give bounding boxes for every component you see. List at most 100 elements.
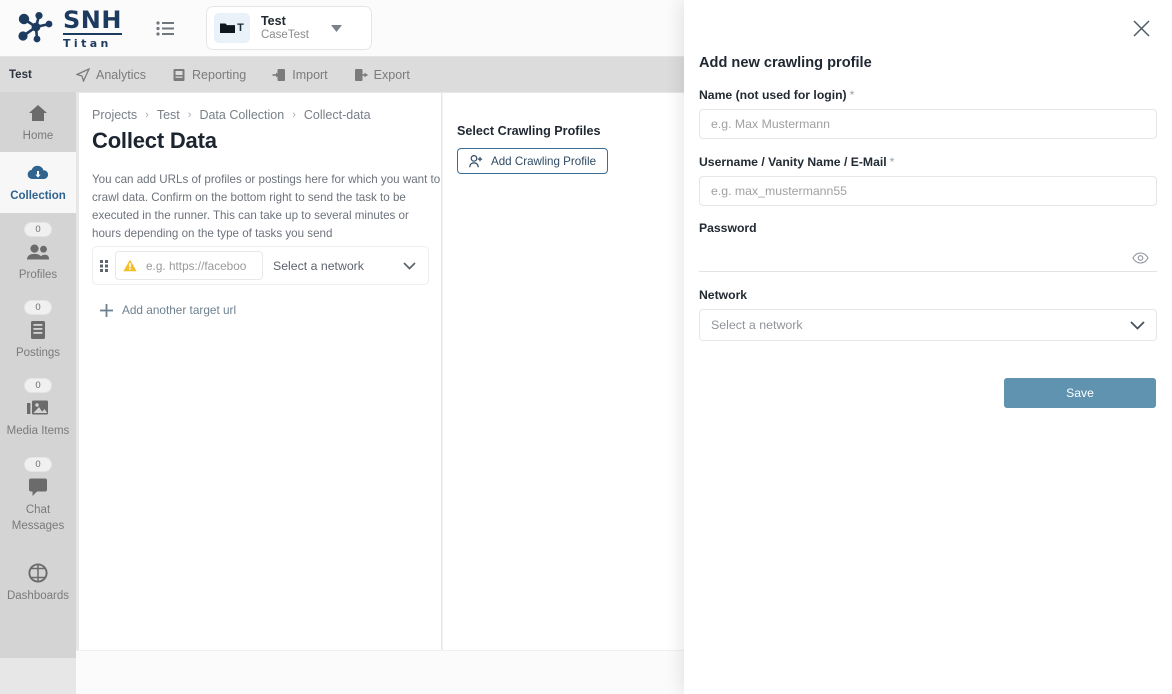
field-network: Network Select a network [699,288,1157,341]
folder-icon [220,23,236,33]
sidebar-item-dashboards[interactable]: Dashboards [0,542,76,612]
field-name-label: Name (not used for login) * [699,88,1157,102]
breadcrumb: Projects › Test › Data Collection › Coll… [92,108,371,122]
breadcrumb-separator: › [187,109,192,121]
field-name-label-text: Name (not used for login) [699,88,847,102]
add-crawling-profile-button[interactable]: Add Crawling Profile [457,148,609,174]
drawer-title: Add new crawling profile [699,55,872,71]
chevron-down-icon [1130,320,1145,330]
sidebar-item-collection-label: Collection [10,190,66,203]
sidebar-item-postings[interactable]: 0 Postings [0,291,76,369]
project-selector[interactable]: T Test CaseTest [205,6,372,50]
tab-analytics[interactable]: Analytics [76,67,147,82]
field-password: Password [699,221,1157,272]
target-url-input-wrapper [115,251,263,280]
tab-reporting-label: Reporting [192,67,247,82]
field-username-label-text: Username / Vanity Name / E-Mail [699,155,887,169]
tab-import-label: Import [292,67,328,82]
tab-reporting[interactable]: Reporting [172,68,246,82]
field-username-label: Username / Vanity Name / E-Mail * [699,155,1157,169]
field-username: Username / Vanity Name / E-Mail * [699,155,1157,206]
list-icon[interactable] [154,16,178,40]
network-select[interactable]: Select a network [699,309,1157,341]
tab-export[interactable]: Export [354,68,410,82]
app-logo: SNH Titan [16,8,122,49]
close-icon[interactable] [1130,17,1152,39]
breadcrumb-separator: › [292,109,296,121]
target-url-network-select[interactable]: Select a network [263,259,428,273]
media-image-icon [2,396,74,420]
left-sidebar: Home Collection 0 Profiles 0 Postings 0 … [0,92,76,658]
sidebar-item-chat-messages[interactable]: 0 Chat Messages [0,448,76,543]
password-input-wrapper [699,242,1157,272]
target-url-input[interactable] [144,257,250,274]
import-arrow-icon [272,68,286,81]
subnav-project-label: Test [9,68,32,81]
name-input[interactable] [699,109,1157,139]
project-avatar-letter: T [237,22,244,34]
tab-export-label: Export [373,67,410,82]
sidebar-item-chat-messages-label: Chat Messages [11,503,65,532]
reporting-doc-icon [173,68,185,81]
page-title: Collect Data [92,128,217,153]
molecule-nodes-logo-icon [18,12,53,43]
analytics-send-icon [76,67,90,82]
breadcrumb-separator: › [145,109,149,121]
chevron-down-icon [403,261,416,270]
sidebar-badge-chat-messages: 0 [24,456,52,472]
project-case-name: CaseTest [260,29,309,42]
field-name: Name (not used for login) * [699,88,1157,139]
dashboard-gauge-icon [2,561,74,585]
field-password-label: Password [699,221,757,235]
plus-icon [100,303,113,317]
caret-down-icon[interactable] [330,24,342,32]
target-url-network-label: Select a network [273,258,364,273]
warning-triangle-icon [123,259,137,272]
sidebar-item-profiles[interactable]: 0 Profiles [0,213,76,291]
password-input[interactable] [699,242,1157,272]
sidebar-item-media-items-label: Media Items [6,425,70,438]
save-button[interactable]: Save [1004,378,1156,408]
add-crawling-profile-label: Add Crawling Profile [491,154,597,168]
chat-bubble-icon [2,475,74,499]
breadcrumb-item-collect-data[interactable]: Collect-data [304,108,371,122]
sidebar-item-media-items[interactable]: 0 Media Items [0,369,76,447]
sidebar-item-profiles-label: Profiles [18,268,58,281]
project-chip-labels: Test CaseTest [261,14,309,43]
field-network-label: Network [699,288,748,302]
sidebar-item-home-label: Home [22,130,54,142]
users-icon [2,240,74,264]
tab-analytics-label: Analytics [96,67,147,82]
target-url-row: Select a network [92,246,429,285]
sidebar-item-postings-label: Postings [15,346,61,359]
sidebar-badge-postings: 0 [24,299,52,315]
sidebar-badge-media-items: 0 [24,378,52,394]
sidebar-item-dashboards-label: Dashboards [6,590,69,603]
network-select-value: Select a network [711,318,803,332]
book-icon [2,318,74,342]
username-input[interactable] [699,176,1157,206]
breadcrumb-item-data-collection[interactable]: Data Collection [199,108,284,122]
sidebar-item-collection[interactable]: Collection [0,152,76,213]
export-arrow-icon [354,68,368,81]
drag-handle-icon[interactable] [93,259,115,272]
add-another-target-url-button[interactable]: Add another target url [100,303,236,317]
home-icon [2,101,74,125]
sidebar-item-home[interactable]: Home [0,92,76,152]
field-username-required-mark: * [889,155,895,169]
add-person-icon [469,154,483,167]
field-name-required-mark: * [849,88,855,102]
select-crawling-profiles-title: Select Crawling Profiles [457,124,601,138]
project-name: Test [260,13,286,28]
project-avatar: T [213,13,250,43]
breadcrumb-item-test[interactable]: Test [157,108,180,122]
add-another-target-url-label: Add another target url [122,303,237,317]
logo-wordmark: SNH Titan [63,8,122,49]
sidebar-badge-profiles: 0 [24,221,52,237]
logo-primary-text: SNH [63,5,122,35]
cloud-download-icon [2,161,74,185]
eye-icon[interactable] [1129,247,1151,269]
tab-import[interactable]: Import [272,67,328,82]
page-description: You can add URLs of profiles or postings… [92,173,441,240]
breadcrumb-item-projects[interactable]: Projects [92,108,137,122]
